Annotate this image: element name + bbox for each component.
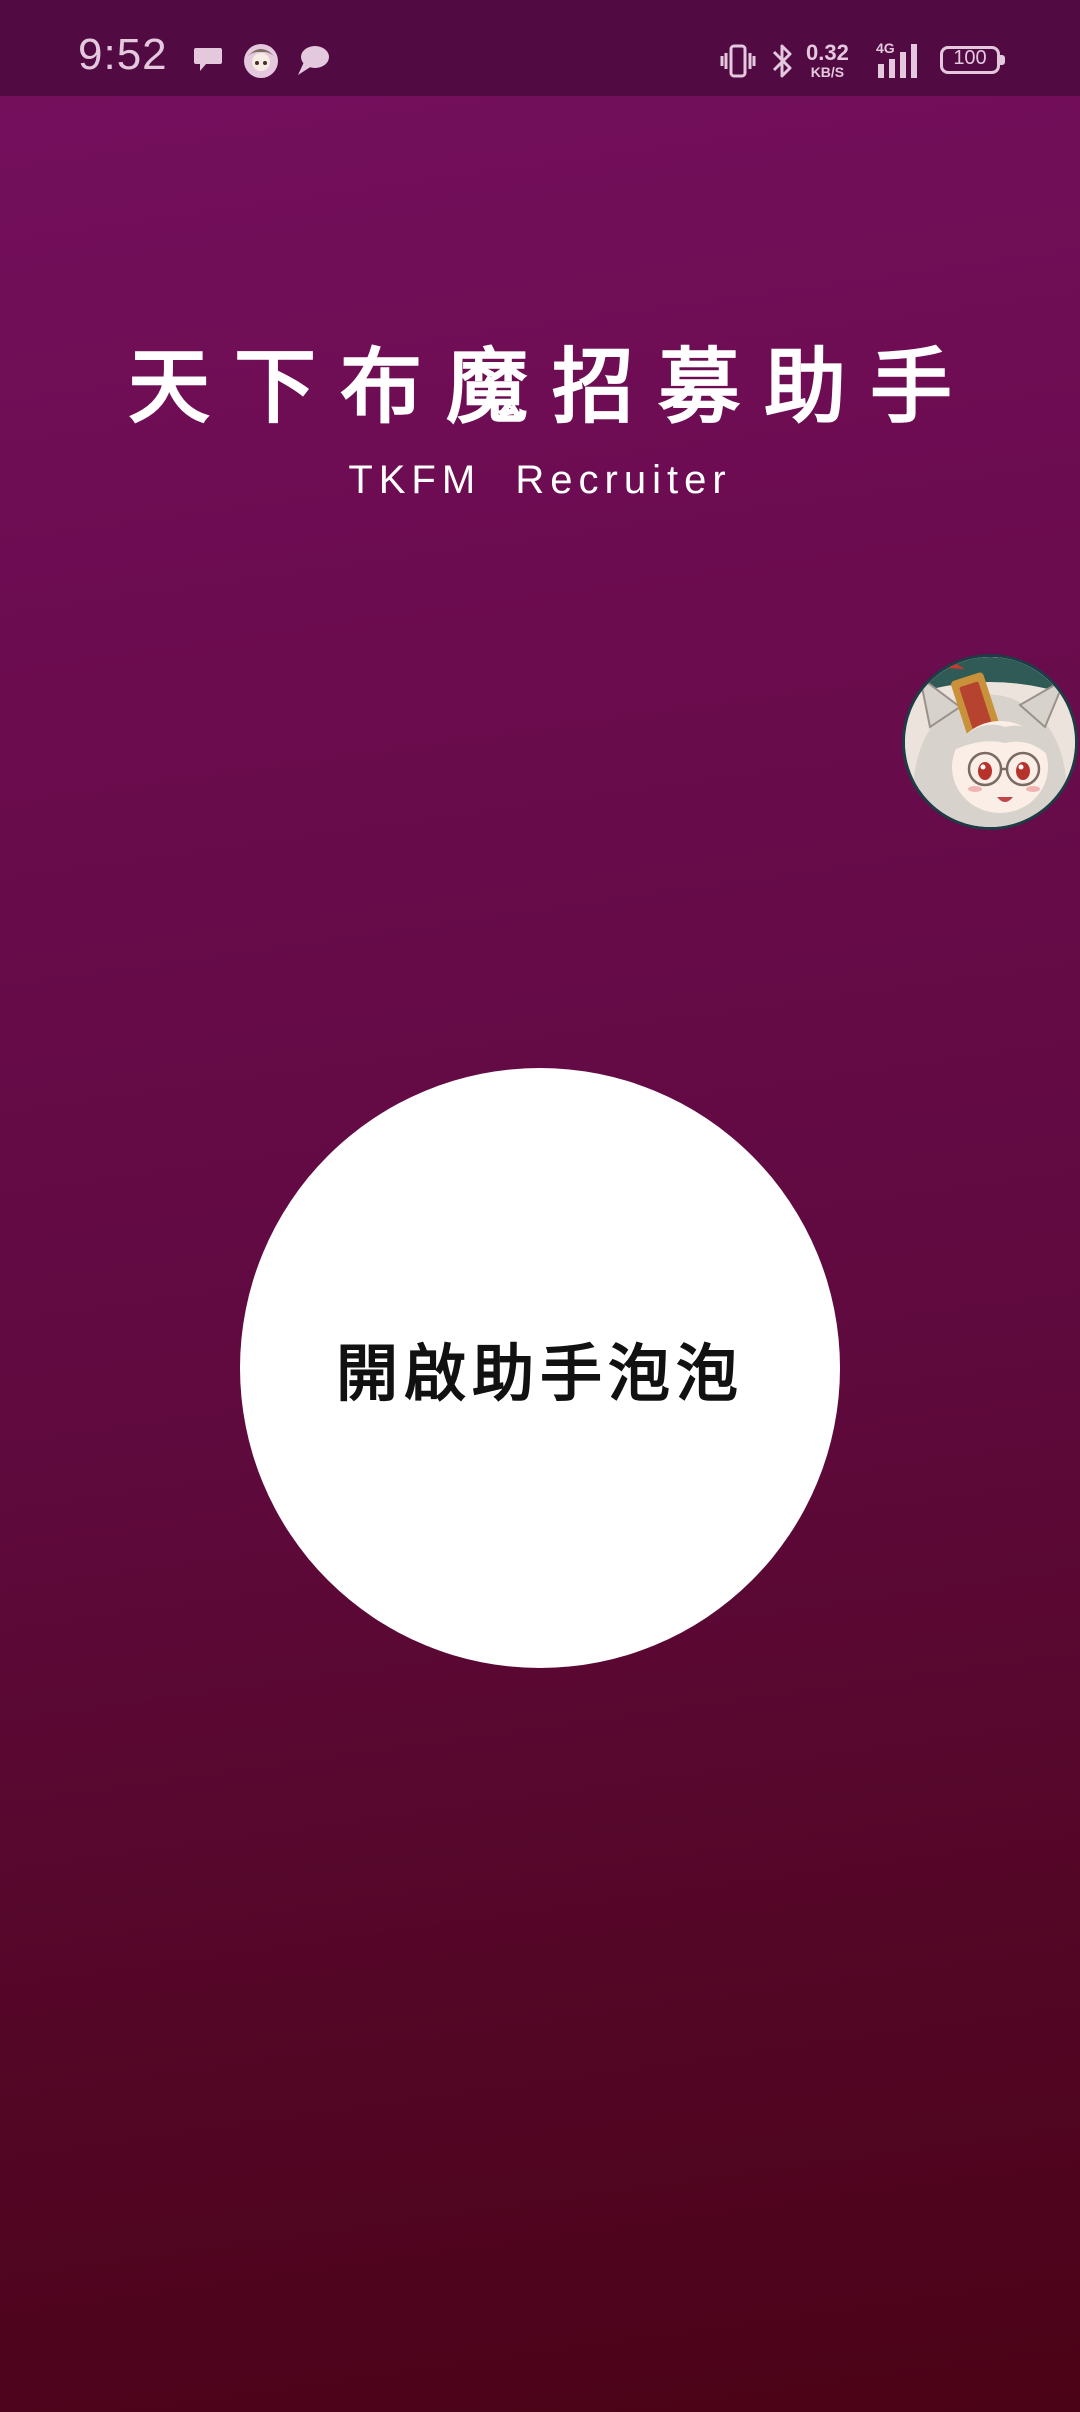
open-assistant-bubble-label: 開啟助手泡泡 (335, 1337, 744, 1410)
anime-character-avatar-icon (905, 657, 1075, 827)
chat-bubble-icon (298, 46, 329, 75)
network-speed-value: 0.32 (806, 40, 849, 65)
chat-bubble-icon (194, 48, 222, 71)
avatar-notification-icon (244, 44, 278, 78)
battery-tip (1000, 55, 1005, 65)
app-title: 天下布魔招募助手 (127, 340, 976, 435)
floating-assistant-bubble[interactable] (902, 654, 1078, 830)
signal-4g-icon: 4G (876, 40, 917, 78)
app-subtitle: TKFM Recruiter (348, 458, 732, 502)
bluetooth-icon (772, 44, 792, 78)
status-bar: 9:52 0.32 KB/S 4G 100 (0, 0, 1080, 96)
network-speed: 0.32 KB/S (806, 40, 849, 80)
vibrate-icon (720, 44, 756, 78)
battery-level: 100 (953, 47, 987, 69)
status-time: 9:52 (78, 30, 168, 79)
open-assistant-bubble-button[interactable]: 開啟助手泡泡 (240, 1068, 840, 1668)
network-type-label: 4G (876, 40, 895, 56)
network-speed-unit: KB/S (810, 64, 845, 80)
